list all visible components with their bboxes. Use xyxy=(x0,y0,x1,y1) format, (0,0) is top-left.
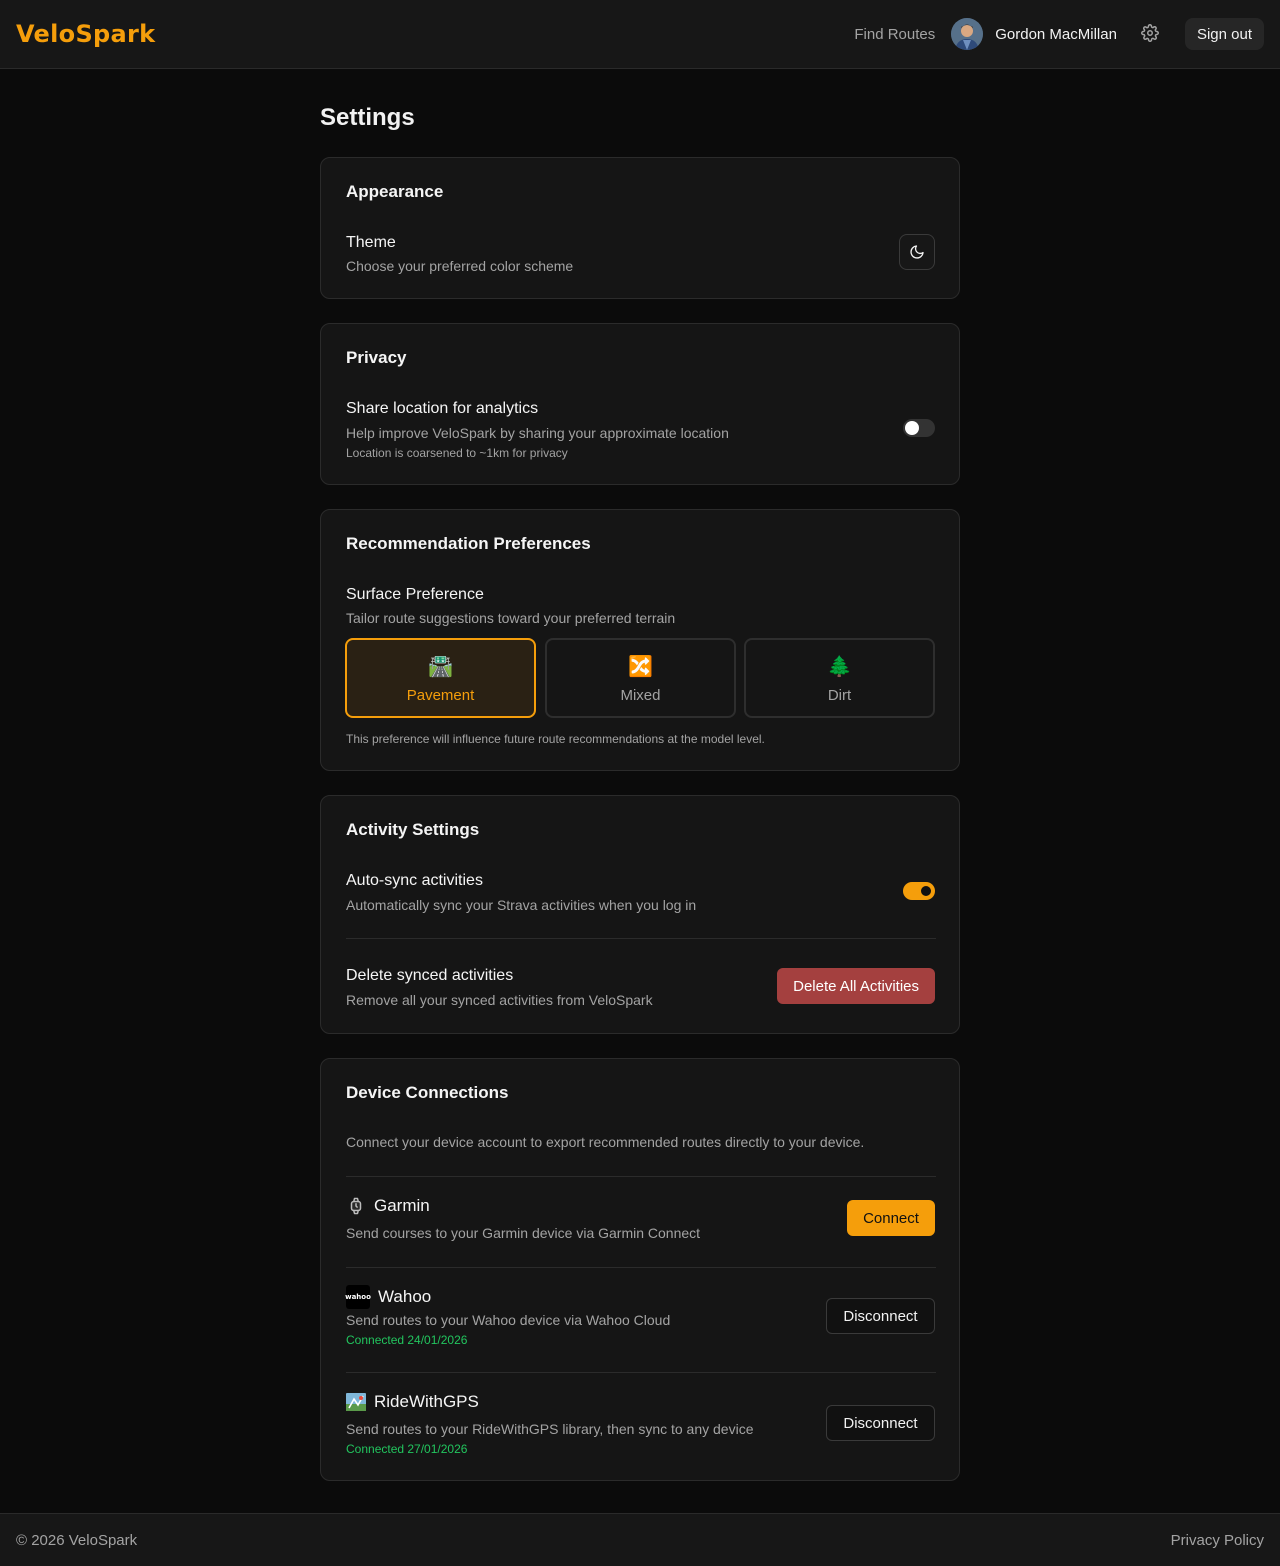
surface-option-label: Mixed xyxy=(620,687,661,704)
share-location-note: Location is coarsened to ~1km for privac… xyxy=(346,446,568,460)
device-garmin: Garmin xyxy=(346,1196,430,1216)
theme-description: Choose your preferred color scheme xyxy=(346,258,574,274)
sign-out-button[interactable]: Sign out xyxy=(1184,18,1264,50)
divider xyxy=(346,1267,936,1268)
appearance-title: Appearance xyxy=(346,182,444,201)
ridewithgps-disconnect-button[interactable]: Disconnect xyxy=(826,1405,935,1441)
top-nav: VeloSpark Find Routes Gordon MacMillan S… xyxy=(0,0,1280,69)
device-description: Send routes to your Wahoo device via Wah… xyxy=(346,1312,671,1328)
surface-option-mixed[interactable]: 🔀 Mixed xyxy=(545,638,736,718)
share-location-title: Share location for analytics xyxy=(346,400,539,417)
tree-icon: 🌲 xyxy=(827,656,852,678)
moon-icon xyxy=(909,244,925,260)
device-connections-card: Device Connections Connect your device a… xyxy=(320,1058,960,1481)
delete-all-activities-button[interactable]: Delete All Activities xyxy=(777,968,935,1004)
surface-preference-note: This preference will influence future ro… xyxy=(346,732,765,746)
gear-icon[interactable] xyxy=(1141,24,1161,44)
autosync-toggle[interactable] xyxy=(903,882,935,900)
device-name: RideWithGPS xyxy=(374,1392,479,1411)
activity-settings-title: Activity Settings xyxy=(346,820,480,839)
device-name: Wahoo xyxy=(378,1287,432,1306)
recommendation-card: Recommendation Preferences Surface Prefe… xyxy=(320,509,960,771)
surface-option-dirt[interactable]: 🌲 Dirt xyxy=(744,638,935,718)
wahoo-disconnect-button[interactable]: Disconnect xyxy=(826,1298,935,1334)
find-routes-link[interactable]: Find Routes xyxy=(854,26,935,43)
app-logo[interactable]: VeloSpark xyxy=(16,20,155,48)
privacy-card: Privacy Share location for analytics Hel… xyxy=(320,323,960,485)
activity-settings-card: Activity Settings Auto-sync activities A… xyxy=(320,795,960,1034)
privacy-title: Privacy xyxy=(346,348,407,367)
divider xyxy=(346,1176,936,1177)
theme-title: Theme xyxy=(346,234,396,251)
device-name: Garmin xyxy=(374,1196,430,1215)
surface-preference-description: Tailor route suggestions toward your pre… xyxy=(346,610,676,626)
road-icon: 🛣️ xyxy=(428,656,453,678)
device-connections-title: Device Connections xyxy=(346,1083,509,1102)
device-description: Send courses to your Garmin device via G… xyxy=(346,1225,701,1241)
appearance-card: Appearance Theme Choose your preferred c… xyxy=(320,157,960,299)
page-title: Settings xyxy=(320,104,415,131)
map-icon xyxy=(346,1392,366,1412)
garmin-connect-button[interactable]: Connect xyxy=(847,1200,935,1236)
connection-status: Connected 24/01/2026 xyxy=(346,1333,468,1347)
device-description: Send routes to your RideWithGPS library,… xyxy=(346,1421,754,1437)
connection-status: Connected 27/01/2026 xyxy=(346,1442,468,1456)
user-name: Gordon MacMillan xyxy=(995,25,1117,43)
surface-preference-title: Surface Preference xyxy=(346,586,484,603)
surface-option-label: Dirt xyxy=(827,687,852,704)
shuffle-icon: 🔀 xyxy=(628,656,653,678)
theme-toggle-button[interactable] xyxy=(899,234,935,270)
wahoo-logo-text: wahoo xyxy=(345,1293,371,1301)
toggle-knob xyxy=(905,421,919,435)
share-location-toggle[interactable] xyxy=(903,419,935,437)
copyright: © 2026 VeloSpark xyxy=(16,1531,138,1549)
autosync-title: Auto-sync activities xyxy=(346,872,483,889)
avatar[interactable] xyxy=(951,18,984,50)
toggle-knob xyxy=(919,884,933,898)
device-connections-intro: Connect your device account to export re… xyxy=(346,1134,865,1150)
surface-option-label: Pavement xyxy=(406,687,475,704)
privacy-policy-link[interactable]: Privacy Policy xyxy=(1171,1532,1264,1549)
share-location-description: Help improve VeloSpark by sharing your a… xyxy=(346,425,729,441)
autosync-description: Automatically sync your Strava activitie… xyxy=(346,897,697,913)
delete-activities-description: Remove all your synced activities from V… xyxy=(346,992,653,1008)
watch-icon xyxy=(346,1196,366,1216)
header-actions: Find Routes Gordon MacMillan Sign out xyxy=(854,18,1264,50)
device-ridewithgps: RideWithGPS xyxy=(346,1392,479,1412)
surface-option-pavement[interactable]: 🛣️ Pavement xyxy=(345,638,536,718)
footer: © 2026 VeloSpark Privacy Policy xyxy=(0,1513,1280,1566)
settings-main: Settings Appearance Theme Choose your pr… xyxy=(320,69,960,1481)
recommendation-title: Recommendation Preferences xyxy=(346,534,591,553)
divider xyxy=(346,938,936,939)
wahoo-logo: wahoo xyxy=(345,1285,371,1309)
device-wahoo: wahoo Wahoo xyxy=(345,1285,432,1309)
divider xyxy=(346,1372,936,1373)
delete-activities-title: Delete synced activities xyxy=(346,967,514,984)
